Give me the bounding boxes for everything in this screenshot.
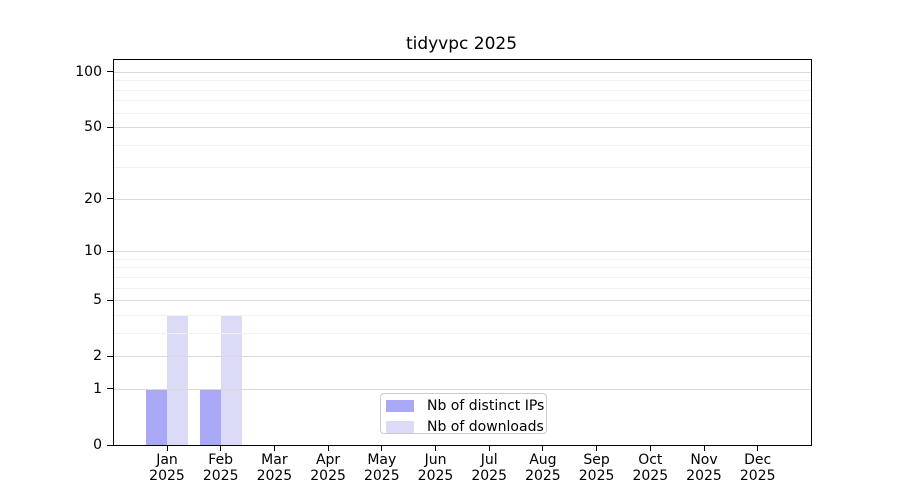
x-tick-month: Jul — [480, 452, 498, 468]
x-tick-month: Dec — [744, 452, 772, 468]
x-tick-month: Jan — [156, 452, 178, 468]
y-tick-label: 5 — [93, 292, 102, 309]
legend-label-distinct-ips: Nb of distinct IPs — [427, 398, 545, 414]
x-tick-label: Dec 2025 — [730, 452, 786, 484]
x-tick-year: 2025 — [256, 468, 293, 484]
x-tick-year: 2025 — [417, 468, 454, 484]
y-tick-mark — [107, 388, 113, 390]
legend-label-downloads: Nb of downloads — [427, 419, 544, 435]
x-tick-month: Oct — [638, 452, 663, 468]
legend-item-distinct-ips: Nb of distinct IPs — [386, 397, 546, 415]
x-tick-label: Apr 2025 — [300, 452, 356, 484]
x-tick-year: 2025 — [739, 468, 776, 484]
x-tick-label: Jul 2025 — [461, 452, 517, 484]
bar-downloads — [220, 314, 242, 445]
x-tick-year: 2025 — [525, 468, 561, 484]
x-tick-month: Feb — [208, 452, 234, 468]
bar-distinct-ips — [146, 388, 167, 445]
x-tick-mark — [703, 445, 705, 451]
gridline-major — [114, 251, 811, 253]
x-tick-month: Mar — [261, 452, 288, 468]
gridline-major — [114, 356, 811, 358]
x-tick-mark — [273, 445, 275, 451]
x-tick-mark — [166, 445, 168, 451]
x-tick-mark — [220, 445, 222, 451]
x-tick-label: Oct 2025 — [622, 452, 678, 484]
x-tick-label: Feb 2025 — [193, 452, 249, 484]
x-tick-month: Sep — [583, 452, 610, 468]
chart-title: tidyvpc 2025 — [405, 34, 518, 54]
gridline-major — [114, 198, 811, 200]
x-tick-year: 2025 — [578, 468, 615, 484]
y-tick-label: 20 — [84, 190, 102, 207]
gridline-minor — [114, 267, 811, 269]
x-tick-label: Aug 2025 — [515, 452, 571, 484]
x-tick-label: Nov 2025 — [676, 452, 732, 484]
x-tick-label: Jan 2025 — [139, 452, 195, 484]
x-tick-year: 2025 — [686, 468, 722, 484]
legend-item-downloads: Nb of downloads — [386, 418, 546, 436]
gridline-minor — [114, 287, 811, 289]
plot-area: Nb of distinct IPs Nb of downloads 0 1 2 5 1… — [75, 59, 812, 484]
gridline-minor — [114, 258, 811, 260]
chart-figure: tidyvpc 2025 Nb of distinct IPs Nb of do… — [0, 0, 900, 500]
x-tick-label: May 2025 — [354, 452, 410, 484]
y-tick-mark — [107, 71, 113, 73]
legend: Nb of distinct IPs Nb of downloads — [380, 393, 547, 436]
gridline-minor — [114, 314, 811, 316]
x-tick-mark — [596, 445, 598, 451]
gridline-minor — [114, 332, 811, 334]
x-tick-label: Sep 2025 — [569, 452, 625, 484]
gridline-major — [114, 71, 811, 73]
x-tick-year: 2025 — [363, 468, 400, 484]
x-tick-mark — [381, 445, 383, 451]
gridline-minor — [114, 89, 811, 91]
x-tick-mark — [488, 445, 490, 451]
gridline-major — [114, 300, 811, 302]
y-tick-label: 50 — [84, 119, 102, 136]
y-tick-mark — [107, 299, 113, 301]
x-tick-year: 2025 — [310, 468, 346, 484]
x-tick-year: 2025 — [149, 468, 185, 484]
x-tick-label: Mar 2025 — [246, 452, 302, 484]
x-tick-year: 2025 — [471, 468, 507, 484]
y-tick-label: 100 — [75, 63, 102, 80]
gridline-minor — [114, 144, 811, 146]
gridline-major — [114, 127, 811, 129]
x-tick-year: 2025 — [202, 468, 239, 484]
bar-distinct-ips — [199, 388, 221, 445]
x-tick-mark — [649, 445, 651, 451]
x-tick-label: Jun 2025 — [408, 452, 464, 484]
gridline-minor — [114, 276, 811, 278]
y-tick-mark — [107, 126, 113, 128]
x-tick-mark — [327, 445, 329, 451]
y-tick-label: 2 — [93, 348, 102, 365]
gridline-minor — [114, 100, 811, 102]
gridline-minor — [114, 167, 811, 169]
x-tick-month: Apr — [315, 452, 341, 468]
y-tick-mark — [107, 444, 113, 446]
x-tick-mark — [757, 445, 759, 451]
legend-swatch-distinct-ips — [386, 400, 414, 412]
y-tick-label: 0 — [93, 437, 102, 453]
x-tick-month: Nov — [690, 452, 718, 468]
x-tick-mark — [542, 445, 544, 451]
gridline-minor — [114, 112, 811, 114]
y-tick-mark — [107, 198, 113, 200]
x-tick-year: 2025 — [632, 468, 669, 484]
x-tick-month: May — [367, 452, 397, 468]
y-tick-mark — [107, 355, 113, 357]
y-tick-label: 10 — [84, 243, 102, 260]
x-tick-month: Jun — [424, 452, 447, 468]
gridline-minor — [114, 80, 811, 82]
bar-downloads — [167, 314, 188, 445]
gridline-major — [114, 388, 811, 390]
x-tick-mark — [435, 445, 436, 451]
legend-swatch-downloads — [386, 421, 414, 433]
y-tick-mark — [107, 250, 113, 252]
y-tick-label: 1 — [93, 380, 102, 397]
x-tick-month: Aug — [529, 452, 557, 468]
